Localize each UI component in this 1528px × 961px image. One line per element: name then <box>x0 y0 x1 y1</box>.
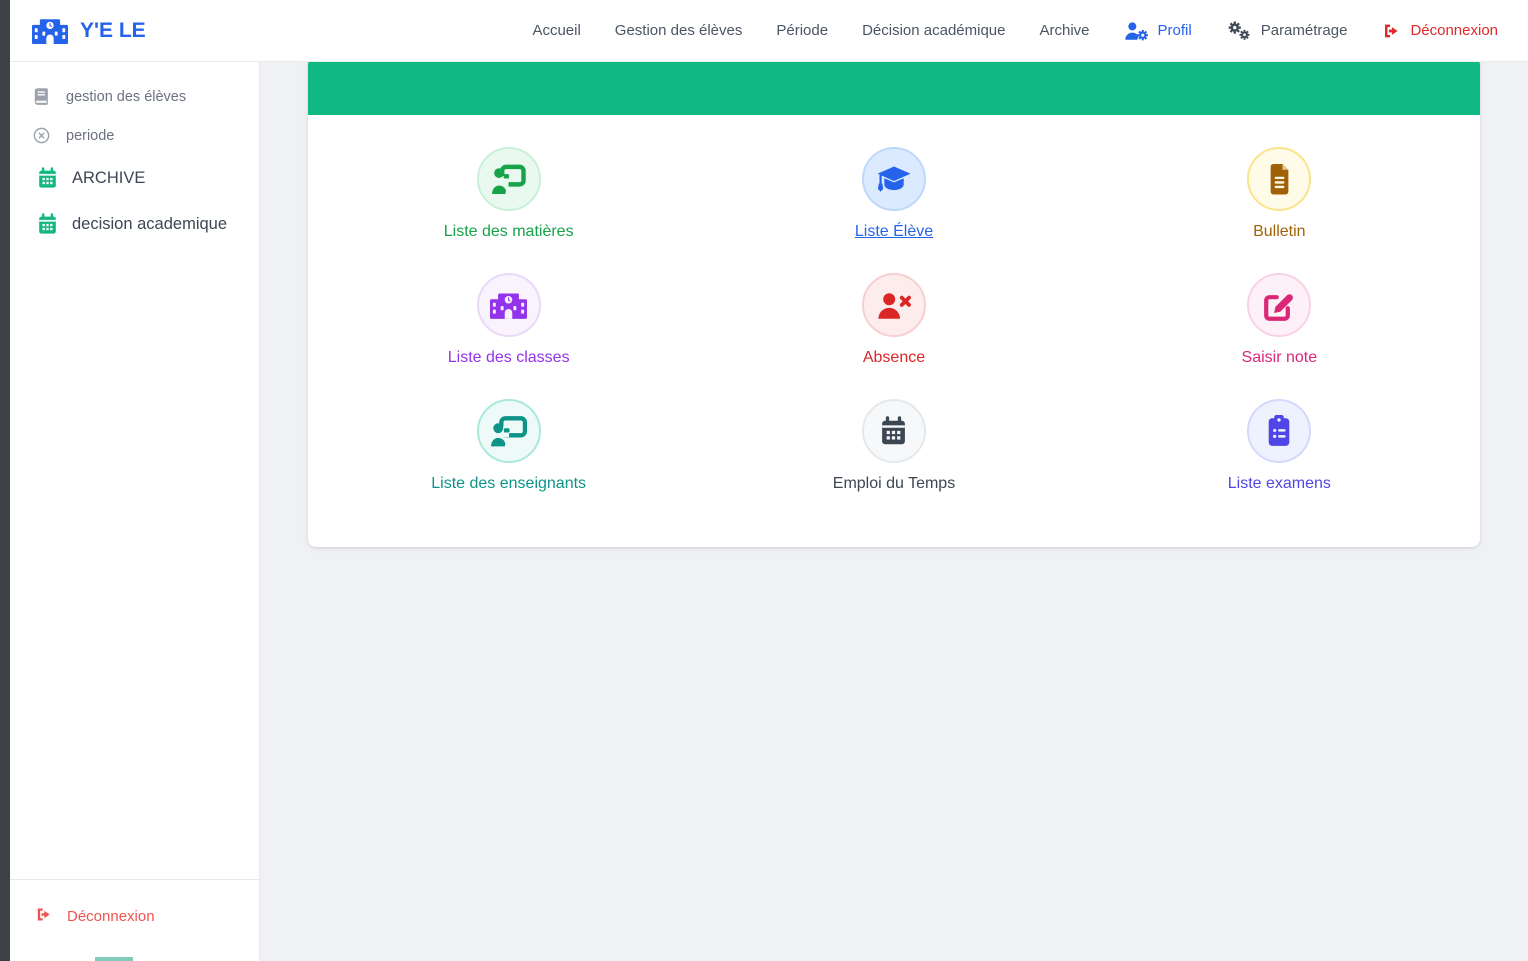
tile-label: Liste examens <box>1227 475 1331 492</box>
user-gear-icon <box>1124 21 1149 41</box>
sidebar: gestion des élèves periode ARCHIVE decis… <box>10 62 260 961</box>
tile-label: Saisir note <box>1241 349 1318 366</box>
brand-logo[interactable]: Y'E LE <box>32 17 146 44</box>
main-content: Liste des matières Liste Élève Bulletin … <box>260 0 1528 547</box>
tile-label: Liste Élève <box>854 223 934 240</box>
tile-liste-des-matieres[interactable]: Liste des matières <box>316 147 701 273</box>
sidebar-logout-label: Déconnexion <box>67 908 155 925</box>
sidebar-scrollbar-thumb[interactable] <box>95 957 133 961</box>
nav-item-decision-academique[interactable]: Décision académique <box>862 22 1005 39</box>
user-xmark-icon <box>876 291 912 320</box>
clipboard-list-icon <box>1266 415 1292 447</box>
top-navbar: Y'E LE Accueil Gestion des élèves Périod… <box>10 0 1528 62</box>
book-icon <box>32 87 51 106</box>
tile-saisir-note[interactable]: Saisir note <box>1087 273 1472 399</box>
sidebar-item-label: periode <box>66 127 115 144</box>
nav-item-deconnexion[interactable]: Déconnexion <box>1381 22 1498 40</box>
tile-liste-eleve[interactable]: Liste Élève <box>701 147 1086 273</box>
tile-emploi-du-temps[interactable]: Emploi du Temps <box>701 399 1086 525</box>
sidebar-item-label: gestion des élèves <box>66 88 187 105</box>
nav-item-periode[interactable]: Période <box>776 22 828 39</box>
tile-bulletin[interactable]: Bulletin <box>1087 147 1472 273</box>
tile-circle <box>1247 399 1312 463</box>
nav-item-label: Déconnexion <box>1410 22 1498 39</box>
tile-label: Absence <box>862 349 926 366</box>
tile-liste-examens[interactable]: Liste examens <box>1087 399 1472 525</box>
tile-label: Liste des matières <box>443 223 574 240</box>
tile-circle <box>1247 273 1312 337</box>
tile-circle <box>476 147 541 211</box>
sidebar-item-decision-academique[interactable]: decision academique <box>10 201 259 247</box>
tile-circle <box>861 273 926 337</box>
sidebar-logout[interactable]: Déconnexion <box>10 879 259 961</box>
tile-label: Liste des enseignants <box>431 475 587 492</box>
school-icon <box>32 17 68 44</box>
tile-circle <box>861 147 926 211</box>
nav-item-label: Profil <box>1157 22 1192 39</box>
tile-circle <box>476 273 541 337</box>
graduation-cap-icon <box>876 165 912 194</box>
tile-circle <box>476 399 541 463</box>
dashboard-card: Liste des matières Liste Élève Bulletin … <box>308 57 1480 547</box>
nav-item-gestion-des-eleves[interactable]: Gestion des élèves <box>615 22 743 39</box>
tile-absence[interactable]: Absence <box>701 273 1086 399</box>
file-lines-icon <box>1267 164 1292 195</box>
window-edge-strip <box>0 0 10 961</box>
tile-liste-des-enseignants[interactable]: Liste des enseignants <box>316 399 701 525</box>
logout-icon <box>34 906 53 927</box>
logout-icon <box>1381 22 1401 40</box>
nav-item-accueil[interactable]: Accueil <box>532 22 580 39</box>
pen-to-square-icon <box>1264 290 1295 321</box>
nav-item-parametrage[interactable]: Paramétrage <box>1226 20 1348 42</box>
calendar-icon <box>37 213 58 235</box>
card-header-bar <box>308 57 1480 115</box>
school-icon <box>490 291 527 319</box>
tile-label: Emploi du Temps <box>832 475 956 492</box>
tile-grid: Liste des matières Liste Élève Bulletin … <box>308 115 1480 547</box>
sidebar-item-label: decision academique <box>72 214 228 233</box>
nav-item-archive[interactable]: Archive <box>1040 22 1090 39</box>
nav-item-label: Paramétrage <box>1260 22 1348 39</box>
circle-x-icon <box>32 126 51 145</box>
tile-liste-des-classes[interactable]: Liste des classes <box>316 273 701 399</box>
sidebar-item-archive[interactable]: ARCHIVE <box>10 155 259 201</box>
teacher-screen-icon <box>490 416 527 447</box>
tile-label: Liste des classes <box>447 349 570 366</box>
sidebar-item-periode[interactable]: periode <box>10 116 259 155</box>
chalkboard-teacher-icon <box>491 164 526 195</box>
tile-circle <box>1247 147 1312 211</box>
calendar-icon <box>37 167 58 189</box>
calendar-days-icon <box>879 416 908 446</box>
sidebar-item-gestion-des-eleves[interactable]: gestion des élèves <box>10 77 259 116</box>
brand-name: Y'E LE <box>80 18 146 42</box>
tile-label: Bulletin <box>1253 223 1306 240</box>
nav-menu: Accueil Gestion des élèves Période Décis… <box>532 20 1498 42</box>
nav-item-profil[interactable]: Profil <box>1124 21 1192 41</box>
sidebar-item-label: ARCHIVE <box>72 168 146 187</box>
gears-icon <box>1226 20 1252 42</box>
tile-circle <box>861 399 926 463</box>
